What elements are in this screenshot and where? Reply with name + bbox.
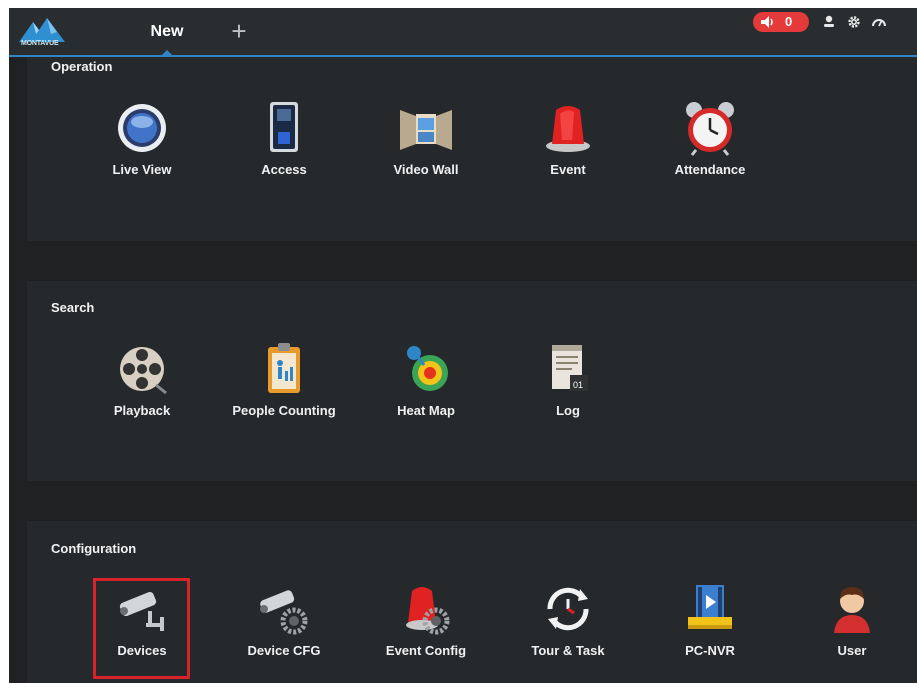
tile-devices[interactable]: Devices bbox=[72, 581, 212, 658]
tile-people-counting[interactable]: People Counting bbox=[214, 341, 354, 418]
tile-label: User bbox=[837, 643, 867, 658]
tile-label: Device CFG bbox=[247, 643, 321, 658]
tour-clock-icon bbox=[547, 587, 589, 631]
tile-tour-task[interactable]: Tour & Task bbox=[498, 581, 638, 658]
tile-label: Attendance bbox=[674, 162, 746, 177]
film-reel-icon bbox=[120, 347, 167, 395]
tile-event[interactable]: Event bbox=[498, 100, 638, 177]
tile-label: People Counting bbox=[232, 403, 336, 418]
app-window: MONTAVUE New + 0 Operation Live View Acc… bbox=[9, 8, 917, 683]
event-gear-icon bbox=[406, 587, 450, 635]
tile-access[interactable]: Access bbox=[214, 100, 354, 177]
tile-attendance[interactable]: Attendance bbox=[640, 100, 780, 177]
tile-playback[interactable]: Playback bbox=[72, 341, 212, 418]
alarm-clock-icon bbox=[686, 102, 734, 156]
tile-label: Video Wall bbox=[393, 162, 459, 177]
camera-icon bbox=[119, 591, 164, 631]
user-avatar-icon bbox=[834, 587, 870, 633]
section-title-operation: Operation bbox=[51, 59, 113, 74]
gear-icon[interactable] bbox=[846, 14, 862, 30]
speaker-icon bbox=[761, 16, 773, 28]
tile-label: Event bbox=[550, 162, 586, 177]
video-wall-icon bbox=[400, 110, 452, 150]
access-icon bbox=[270, 102, 298, 152]
log-icon: 01 bbox=[552, 345, 588, 391]
alarm-counter-button[interactable]: 0 bbox=[753, 12, 809, 32]
heat-map-icon bbox=[407, 346, 448, 391]
tile-label: Event Config bbox=[385, 643, 467, 658]
tab-new[interactable]: New bbox=[137, 8, 197, 55]
tile-event-config[interactable]: Event Config bbox=[356, 581, 496, 658]
tile-heat-map[interactable]: Heat Map bbox=[356, 341, 496, 418]
tile-live-view[interactable]: Live View bbox=[72, 100, 212, 177]
tile-label: Devices bbox=[117, 643, 167, 658]
gauge-icon[interactable] bbox=[871, 14, 887, 30]
tile-log[interactable]: 01 Log bbox=[498, 341, 638, 418]
tile-label: Live View bbox=[112, 162, 172, 177]
tile-device-cfg[interactable]: Device CFG bbox=[214, 581, 354, 658]
tile-label: PC-NVR bbox=[685, 643, 735, 658]
section-title-configuration: Configuration bbox=[51, 541, 137, 556]
live-view-icon bbox=[118, 104, 166, 152]
tile-label: Log bbox=[556, 403, 580, 418]
logo-text: MONTAVUE bbox=[21, 40, 59, 47]
tile-label: Access bbox=[261, 162, 307, 177]
tile-label: Heat Map bbox=[397, 403, 455, 418]
people-counting-icon bbox=[268, 343, 300, 393]
tile-label: Playback bbox=[113, 403, 171, 418]
pc-nvr-icon bbox=[688, 585, 732, 629]
svg-text:01: 01 bbox=[573, 380, 583, 390]
user-icon[interactable] bbox=[821, 14, 837, 30]
event-icon bbox=[546, 106, 590, 152]
section-title-search: Search bbox=[51, 300, 95, 315]
tile-label: Tour & Task bbox=[531, 643, 605, 658]
active-tab-indicator bbox=[161, 50, 173, 56]
tile-video-wall[interactable]: Video Wall bbox=[356, 100, 496, 177]
alarm-count: 0 bbox=[785, 14, 793, 29]
camera-gear-icon bbox=[260, 590, 308, 635]
tile-user[interactable]: User bbox=[782, 581, 917, 658]
add-tab-button[interactable]: + bbox=[227, 18, 251, 44]
tile-pc-nvr[interactable]: PC-NVR bbox=[640, 581, 780, 658]
top-bar: MONTAVUE New + 0 bbox=[9, 8, 917, 57]
